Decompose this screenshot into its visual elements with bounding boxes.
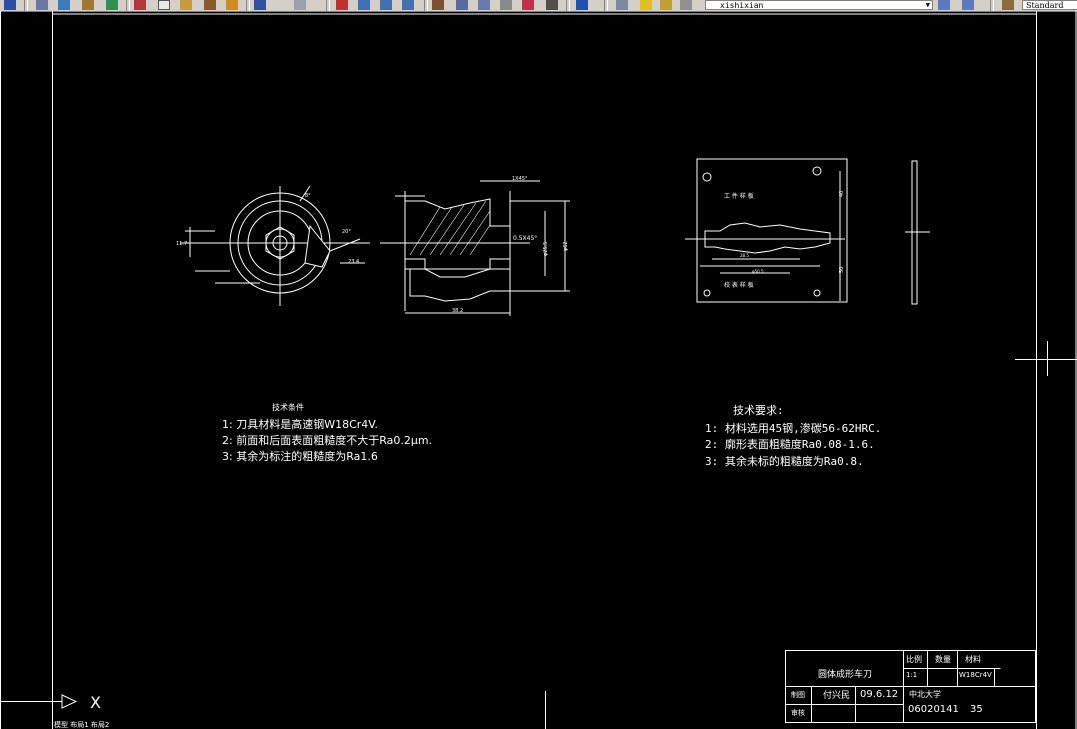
match-properties-icon[interactable] [204, 0, 216, 10]
chevron-down-icon: ▼ [925, 1, 930, 9]
ucs-x-label: X [90, 693, 101, 712]
plate-profile [704, 222, 831, 254]
print-icon[interactable] [36, 0, 48, 10]
save-icon[interactable] [4, 0, 16, 10]
tech-note-line: 1: 材料选用45钢,渗碳56-62HRC. [705, 422, 882, 435]
tool-palettes-icon[interactable] [478, 0, 490, 10]
markup-icon[interactable] [522, 0, 534, 10]
school-name: 中北大学 [909, 690, 941, 699]
tool-front-view [180, 185, 370, 306]
zoom-window-icon[interactable] [380, 0, 392, 10]
dim-label: 20° [342, 229, 351, 235]
dim-label: 0.5X45° [513, 235, 537, 242]
toolbar-separator [424, 0, 428, 11]
drawing-date: 09.6.12 [860, 689, 899, 700]
review-label: 审核 [791, 709, 805, 717]
properties-icon[interactable] [432, 0, 444, 10]
drawing-sub-number: 35 [970, 704, 983, 715]
layer-name: xishixian [720, 1, 764, 10]
tool-section-view [380, 180, 570, 316]
text-style-icon[interactable] [1002, 0, 1014, 10]
toolbar-separator [246, 0, 250, 11]
dim-label: 40 [839, 191, 845, 197]
dim-label: 1X45° [512, 176, 528, 182]
qty-label: 数量 [935, 655, 951, 664]
toolbar-separator [326, 0, 330, 11]
drawing-number: 06020141 [908, 704, 959, 715]
dim-label: φ25.5 [543, 242, 549, 256]
scale-label: 比例 [906, 655, 922, 664]
layer-previous-icon[interactable] [962, 0, 974, 10]
plate-label-bottom: 校 表 样 板 [724, 281, 754, 289]
toolbar-separator [566, 0, 570, 11]
help-icon[interactable] [576, 0, 588, 10]
tech-note-line: 2: 廓形表面粗糙度Ra0.08-1.6. [705, 438, 875, 451]
toolbar-separator [126, 0, 130, 11]
zoom-previous-icon[interactable] [402, 0, 414, 10]
plate-hole [703, 289, 711, 297]
tech-note-line: 3: 其余为标注的粗糙度为Ra1.6 [222, 450, 378, 463]
scale-value: 1:1 [906, 671, 918, 679]
layer-dropdown[interactable]: xishixian ▼ [705, 0, 933, 10]
layer-lock-icon[interactable] [680, 0, 692, 10]
plate-label-top: 工 件 样 板 [724, 192, 754, 200]
dim-label: 23.4 [348, 259, 359, 265]
plate-hole [702, 172, 712, 182]
block-editor-icon[interactable] [226, 0, 238, 10]
tech-note-line: 1: 刀具材料是高速钢W18Cr4V. [222, 418, 378, 431]
toolbar-separator [604, 0, 608, 11]
dim-label: 38.2 [452, 308, 463, 314]
drawn-label: 制图 [791, 691, 805, 699]
hatch-lines [409, 200, 491, 256]
template-plate [685, 158, 930, 305]
tech-notes-left-title: 技术条件 [272, 403, 304, 412]
drawing-canvas[interactable]: 11.7 8° 20° 23.4 1X45° 0.5X45° 38.2 φ62 … [0, 11, 1077, 729]
title-block-name: 圆体成形车刀 [818, 670, 873, 680]
publish-web-icon[interactable] [106, 0, 118, 10]
toolbar-separator [24, 0, 28, 11]
toolbar-separator [990, 0, 994, 11]
drawn-by: 付兴民 [823, 691, 851, 701]
leader-line [329, 238, 361, 252]
redo-icon[interactable] [294, 0, 306, 10]
text-style-dropdown[interactable]: Standard [1022, 0, 1077, 10]
design-center-icon[interactable] [456, 0, 468, 10]
tech-note-line: 2: 前面和后面表面粗糙度不大于Ra0.2μm. [222, 434, 433, 447]
paste-icon[interactable] [180, 0, 192, 10]
zoom-realtime-icon[interactable] [358, 0, 370, 10]
plate-hole [812, 166, 822, 176]
layer-on-icon[interactable] [640, 0, 652, 10]
sheet-set-icon[interactable] [500, 0, 512, 10]
text-style-name: Standard [1026, 1, 1064, 10]
plot-preview-icon[interactable] [58, 0, 70, 10]
material-value: W18Cr4V [959, 671, 992, 679]
plate-hole [813, 289, 821, 297]
dim-label: 11.7 [176, 241, 187, 247]
cut-icon[interactable] [134, 0, 146, 10]
dim-label: 50 [839, 267, 845, 273]
section-outline [404, 198, 511, 270]
copy-icon[interactable] [158, 0, 170, 10]
calculator-icon[interactable] [546, 0, 558, 10]
dim-label: 8° [305, 193, 311, 199]
make-layer-current-icon[interactable] [938, 0, 950, 10]
drawing-frame [0, 11, 1077, 729]
tech-note-line: 3: 其余未标的粗糙度为Ra0.8. [705, 455, 864, 468]
dim-label: 28.5 [740, 253, 749, 258]
publish-icon[interactable] [82, 0, 94, 10]
profile-outline [405, 268, 511, 302]
dim-label: φ50.5 [752, 269, 764, 274]
layer-freeze-icon[interactable] [660, 0, 672, 10]
tech-notes-right-title: 技术要求: [733, 404, 784, 417]
dim-label: φ62 [563, 241, 569, 251]
undo-icon[interactable] [254, 0, 266, 10]
material-label: 材料 [965, 655, 981, 664]
layer-properties-icon[interactable] [616, 0, 628, 10]
pan-icon[interactable] [336, 0, 348, 10]
layout-tabs[interactable]: 模型 布局1 布局2 [54, 721, 109, 729]
